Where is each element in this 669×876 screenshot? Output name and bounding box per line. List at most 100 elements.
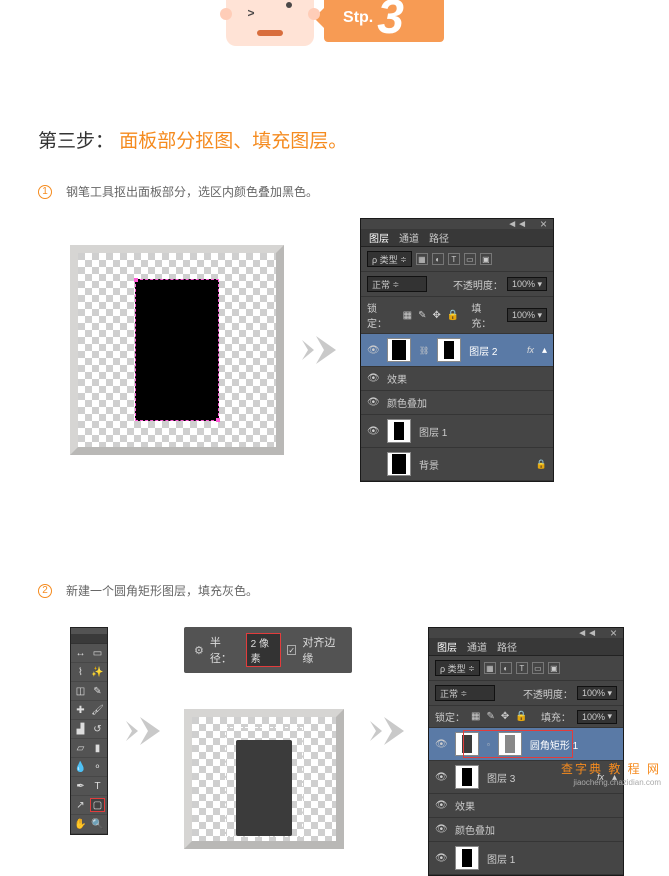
options-bar: ⚙ 半径： 2 像素 ✓ 对齐边缘 [184,627,352,673]
lock-pixels-icon[interactable]: ▦ [403,310,412,321]
blend-select[interactable]: 正常 ≑ [435,685,495,701]
align-checkbox[interactable]: ✓ [287,645,296,655]
lock-move-icon[interactable]: ✥ [432,310,440,321]
watermark: 查字典 教 程 网 jiaocheng.chazidian.com [561,762,661,788]
visibility-icon[interactable]: 👁 [435,824,447,835]
blur-tool-icon[interactable]: 💧 [73,760,88,774]
layer-bg[interactable]: 背景 🔒 [361,448,553,481]
eyedropper-tool-icon[interactable]: ✎ [90,684,105,698]
arrow-icon [126,717,166,745]
kind-select[interactable]: ρ 类型 ≑ [435,660,480,676]
filter-text-icon[interactable]: T [448,253,460,265]
crop-tool-icon[interactable]: ◫ [73,684,88,698]
filter-image-icon[interactable]: ▦ [484,662,496,674]
lasso-tool-icon[interactable]: ⌇ [73,665,88,679]
lock-all-icon[interactable]: 🔒 [447,310,459,321]
layer-name: 背景 [419,457,528,472]
panel-collapse-icon[interactable]: ◄◄ [507,219,527,230]
pen-tool-icon[interactable]: ✒ [73,779,88,793]
visibility-icon[interactable] [367,459,379,470]
layer-thumb [387,452,411,476]
filter-row: ρ 类型 ≑ ▦ ◐ T ▭ ▣ [361,247,553,272]
dashed-selection [225,727,303,837]
panel-close-icon[interactable]: × [540,217,547,231]
marquee-tool-icon[interactable]: ▭ [90,646,105,660]
layer-name: 图层 2 [469,343,519,358]
filter-shape-icon[interactable]: ▭ [464,253,476,265]
filter-smart-icon[interactable]: ▣ [548,662,560,674]
fx-expand-icon[interactable]: ▴ [542,345,547,356]
blend-row: 正常 ≑ 不透明度： 100% ▾ [429,681,623,706]
radius-input[interactable]: 2 像素 [246,633,282,667]
heal-tool-icon[interactable]: ✚ [73,703,88,717]
tab-channels[interactable]: 通道 [467,639,487,654]
opacity-value[interactable]: 100% ▾ [577,686,617,700]
layer-color-overlay[interactable]: 👁 颜色叠加 [361,391,553,415]
fx-label: 效果 [455,798,617,813]
blend-select[interactable]: 正常 ≑ [367,276,427,292]
layer-fx[interactable]: 👁 效果 [361,367,553,391]
filter-adjust-icon[interactable]: ◐ [500,662,512,674]
layer-item-1b[interactable]: 👁 图层 1 [429,842,623,875]
layer-name: 图层 1 [419,424,547,439]
gradient-tool-icon[interactable]: ▮ [90,741,105,755]
eraser-tool-icon[interactable]: ▱ [73,741,88,755]
visibility-icon[interactable]: 👁 [367,373,379,384]
filter-shape-icon[interactable]: ▭ [532,662,544,674]
visibility-icon[interactable]: 👁 [435,772,447,783]
history-tool-icon[interactable]: ↺ [90,722,105,736]
arrow-icon [302,336,342,364]
panel-collapse-icon[interactable]: ◄◄ [577,628,597,639]
mask-thumb [437,338,461,362]
filter-adjust-icon[interactable]: ◐ [432,253,444,265]
tab-paths[interactable]: 路径 [497,639,517,654]
fill-value[interactable]: 100% ▾ [507,308,547,322]
layer-rounded-rect[interactable]: 👁 ▫ 圆角矩形 1 [429,728,623,761]
panel-tabs: 图层 通道 路径 [361,229,553,247]
gear-icon[interactable]: ⚙ [194,644,204,657]
fill-value[interactable]: 100% ▾ [577,710,617,724]
lock-paint-icon[interactable]: ✎ [418,310,426,321]
layer-fx[interactable]: 👁 效果 [429,794,623,818]
layer-item-1[interactable]: 👁 图层 1 [361,415,553,448]
lock-paint-icon[interactable]: ✎ [486,711,494,722]
visibility-icon[interactable]: 👁 [367,426,379,437]
hand-tool-icon[interactable]: ✋ [73,817,88,831]
filter-text-icon[interactable]: T [516,662,528,674]
brush-tool-icon[interactable]: 🖌 [90,703,105,717]
wand-tool-icon[interactable]: ✨ [90,665,105,679]
rounded-rect-tool-icon[interactable]: ▢ [90,798,105,812]
visibility-icon[interactable]: 👁 [435,853,447,864]
fx-label: 效果 [387,371,547,386]
type-tool-icon[interactable]: T [90,779,105,793]
row-2: ↔▭ ⌇✨ ◫✎ ✚🖌 ▟↺ ▱▮ 💧⚬ ✒T ↗▢ ✋🔍 ⚙ 半径： 2 像素… [70,627,669,876]
tab-paths[interactable]: 路径 [429,230,449,245]
path-tool-icon[interactable]: ↗ [73,798,88,812]
visibility-icon[interactable]: 👁 [367,397,379,408]
layer-color-overlay[interactable]: 👁 颜色叠加 [429,818,623,842]
lock-pixels-icon[interactable]: ▦ [471,711,480,722]
filter-smart-icon[interactable]: ▣ [480,253,492,265]
layer-thumb [387,419,411,443]
layer-item-2[interactable]: 👁 ⛓ 图层 2 fx ▴ [361,334,553,367]
visibility-icon[interactable]: 👁 [435,800,447,811]
panel-close-icon[interactable]: × [610,626,617,640]
fx-badge[interactable]: fx [527,345,534,355]
zoom-tool-icon[interactable]: 🔍 [90,817,105,831]
bullet-1-icon: 1 [38,185,52,199]
dodge-tool-icon[interactable]: ⚬ [90,760,105,774]
lock-move-icon[interactable]: ✥ [501,711,509,722]
visibility-icon[interactable]: 👁 [367,345,379,356]
tab-layers[interactable]: 图层 [437,639,457,654]
move-tool-icon[interactable]: ↔ [73,646,88,660]
visibility-icon[interactable]: 👁 [435,739,447,750]
filter-image-icon[interactable]: ▦ [416,253,428,265]
opacity-value[interactable]: 100% ▾ [507,277,547,291]
tab-channels[interactable]: 通道 [399,230,419,245]
layers-panel-a: ◄◄ × 图层 通道 路径 ρ 类型 ≑ ▦ ◐ T ▭ ▣ 正常 ≑ 不透明度… [360,218,554,482]
kind-select[interactable]: ρ 类型 ≑ [367,251,412,267]
lock-all-icon[interactable]: 🔒 [515,711,527,722]
tab-layers[interactable]: 图层 [369,230,389,245]
stamp-tool-icon[interactable]: ▟ [73,722,88,736]
section-title: 第三步： 面板部分抠图、填充图层。 [38,126,669,153]
